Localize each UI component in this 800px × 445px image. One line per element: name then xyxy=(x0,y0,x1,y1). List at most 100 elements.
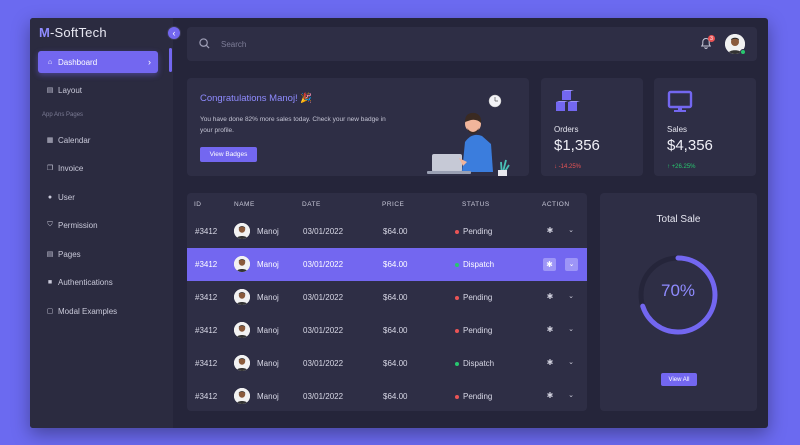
order-status: Pending xyxy=(463,293,493,302)
customer-name: Manoj xyxy=(257,293,279,302)
order-price: $64.00 xyxy=(383,359,408,368)
table-row[interactable]: #3412 Manoj 03/01/2022 $64.00 Dispatch ✱ ⌄ xyxy=(187,248,587,281)
sidebar-item-label: Authentications xyxy=(58,277,113,287)
brand-logo[interactable]: M-SoftTech xyxy=(39,25,107,40)
customer-name: Manoj xyxy=(257,227,279,236)
customer-name: Manoj xyxy=(257,260,279,269)
congrats-text: You have done 82% more sales today. Chec… xyxy=(200,116,386,134)
orders-label: Orders xyxy=(554,125,579,134)
file-icon: ▤ xyxy=(46,251,54,258)
dashboard-app: M-SoftTech ⌂ Dashboard › ▤ Layout App An… xyxy=(30,18,768,428)
view-badges-button[interactable]: View Badges xyxy=(200,147,257,162)
sidebar-item-label: Dashboard xyxy=(58,57,98,67)
sidebar-item-invoice[interactable]: ❐ Invoice xyxy=(38,157,158,179)
shield-icon: ⛉ xyxy=(47,221,53,228)
chevron-left-icon: ‹ xyxy=(172,28,176,38)
table-row[interactable]: #3412 Manoj 03/01/2022 $64.00 Pending ✱ ⌄ xyxy=(187,380,587,413)
cubes-icon xyxy=(556,90,580,111)
order-id: #3412 xyxy=(195,359,218,368)
chevron-down-icon[interactable]: ⌄ xyxy=(565,258,578,271)
gear-icon[interactable]: ✱ xyxy=(545,325,555,335)
orders-value: $1,356 xyxy=(554,137,600,154)
chevron-down-icon[interactable]: ⌄ xyxy=(565,225,577,237)
sidebar-item-modal-examples[interactable]: ▢ Modal Examples xyxy=(38,300,158,322)
column-header-price[interactable]: PRICE xyxy=(382,201,404,208)
column-header-name[interactable]: NAME xyxy=(234,201,255,208)
order-id: #3412 xyxy=(195,260,218,269)
order-price: $64.00 xyxy=(383,293,408,302)
view-all-button[interactable]: View All xyxy=(661,373,697,386)
sidebar-item-calendar[interactable]: ▦ Calendar xyxy=(38,129,158,151)
column-header-status[interactable]: STATUS xyxy=(462,201,490,208)
table-row[interactable]: #3412 Manoj 03/01/2022 $64.00 Pending ✱ ⌄ xyxy=(187,314,587,347)
gear-icon[interactable]: ✱ xyxy=(543,258,556,271)
gear-icon[interactable]: ✱ xyxy=(545,358,555,368)
home-icon: ⌂ xyxy=(47,58,53,66)
column-header-id[interactable]: ID xyxy=(194,201,202,208)
total-sale-percent: 70% xyxy=(660,281,696,300)
sidebar-item-pages[interactable]: ▤ Pages xyxy=(38,243,158,265)
status-dot xyxy=(455,263,459,267)
user-icon: ● xyxy=(47,193,53,201)
monitor-icon xyxy=(667,90,693,112)
order-status: Pending xyxy=(463,227,493,236)
order-date: 03/01/2022 xyxy=(303,293,344,302)
column-header-action[interactable]: ACTION xyxy=(542,201,570,208)
orders-stat-card: Orders $1,356 ↓ -14.25% xyxy=(541,78,643,176)
chevron-down-icon[interactable]: ⌄ xyxy=(565,291,577,303)
customer-name: Manoj xyxy=(257,326,279,335)
congrats-title: Congratulations Manoj! 🎉 xyxy=(200,93,313,104)
order-status: Pending xyxy=(463,392,493,401)
order-date: 03/01/2022 xyxy=(303,227,344,236)
status-dot xyxy=(455,329,459,333)
notification-badge: 3 xyxy=(708,35,715,42)
calendar-icon: ▦ xyxy=(46,137,54,144)
chevron-down-icon[interactable]: ⌄ xyxy=(565,324,577,336)
sales-label: Sales xyxy=(667,125,688,134)
sidebar-item-label: Calendar xyxy=(58,135,91,145)
customer-avatar xyxy=(234,256,250,272)
gear-icon[interactable]: ✱ xyxy=(545,391,555,401)
sales-value: $4,356 xyxy=(667,137,713,154)
customer-avatar xyxy=(234,388,250,404)
sidebar-item-user[interactable]: ● User xyxy=(38,186,158,208)
search-input[interactable] xyxy=(221,35,521,53)
customer-avatar xyxy=(234,322,250,338)
chevron-right-icon: › xyxy=(148,57,151,67)
online-status-dot xyxy=(740,49,746,55)
customer-avatar xyxy=(234,355,250,371)
chevron-down-icon[interactable]: ⌄ xyxy=(565,357,577,369)
order-status: Dispatch xyxy=(463,359,495,368)
column-header-date[interactable]: DATE xyxy=(302,201,321,208)
gear-icon[interactable]: ✱ xyxy=(545,226,555,236)
sidebar-item-authentications[interactable]: ■ Authentications xyxy=(38,271,158,293)
sidebar-item-label: Layout xyxy=(58,85,83,95)
chevron-down-icon[interactable]: ⌄ xyxy=(565,390,577,402)
brand-name: -SoftTech xyxy=(50,25,107,40)
gear-icon[interactable]: ✱ xyxy=(545,292,555,302)
file-icon: ▤ xyxy=(46,87,54,94)
table-row[interactable]: #3412 Manoj 03/01/2022 $64.00 Pending ✱ ⌄ xyxy=(187,215,587,248)
order-date: 03/01/2022 xyxy=(303,392,344,401)
order-date: 03/01/2022 xyxy=(303,260,344,269)
lock-icon: ■ xyxy=(47,278,53,286)
sidebar-item-permission[interactable]: ⛉ Permission xyxy=(38,214,158,236)
order-price: $64.00 xyxy=(383,326,408,335)
order-id: #3412 xyxy=(195,392,218,401)
table-row[interactable]: #3412 Manoj 03/01/2022 $64.00 Dispatch ✱ ⌄ xyxy=(187,347,587,380)
congratulations-card: Congratulations Manoj! 🎉 You have done 8… xyxy=(187,78,529,176)
sidebar-item-label: Modal Examples xyxy=(58,306,118,316)
order-date: 03/01/2022 xyxy=(303,326,344,335)
sidebar-item-label: User xyxy=(58,192,75,202)
order-id: #3412 xyxy=(195,227,218,236)
sidebar-item-layout[interactable]: ▤ Layout xyxy=(38,79,158,101)
top-navbar: 3 xyxy=(187,27,757,61)
collapse-sidebar-button[interactable]: ‹ xyxy=(167,26,181,40)
table-row[interactable]: #3412 Manoj 03/01/2022 $64.00 Pending ✱ ⌄ xyxy=(187,281,587,314)
copy-icon: ❐ xyxy=(46,165,54,172)
total-sale-title: Total Sale xyxy=(656,214,701,225)
status-dot xyxy=(455,296,459,300)
sidebar-item-dashboard[interactable]: ⌂ Dashboard › xyxy=(38,51,158,73)
active-indicator xyxy=(169,48,172,72)
order-id: #3412 xyxy=(195,293,218,302)
